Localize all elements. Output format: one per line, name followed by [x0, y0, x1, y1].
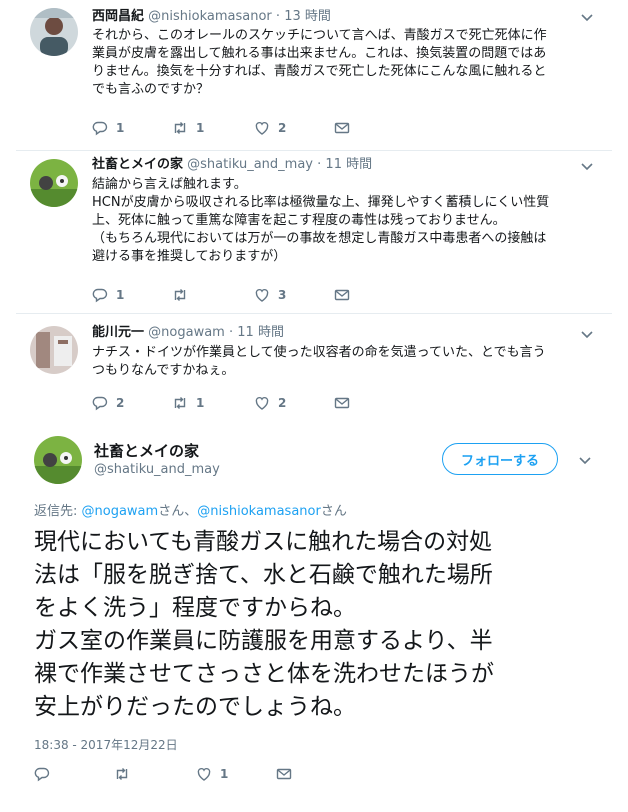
dm-icon	[276, 768, 292, 780]
like-button[interactable]: 2	[254, 120, 286, 136]
tweet-actions: 1 1 2	[92, 120, 392, 138]
handle[interactable]: @nishiokamasanor	[148, 9, 272, 24]
separator-dot: ·	[228, 325, 234, 340]
reply-button[interactable]: 1	[92, 287, 124, 303]
separator-dot: ·	[275, 9, 281, 24]
reply-button[interactable]: 1	[92, 120, 124, 136]
like-icon	[255, 289, 269, 302]
chevron-down-icon[interactable]	[580, 10, 594, 24]
timestamp[interactable]: 13 時間	[284, 9, 331, 24]
retweet-count: 1	[196, 121, 205, 135]
like-icon	[255, 397, 269, 410]
reply-prefix: 返信先:	[34, 504, 82, 519]
follow-button[interactable]: フォローする	[442, 443, 558, 475]
main-display-name[interactable]: 社畜とメイの家	[94, 440, 199, 461]
reply-button[interactable]: 2	[92, 395, 124, 411]
dm-icon	[334, 397, 350, 409]
reply-suffix: さん	[320, 504, 347, 519]
retweet-icon	[174, 397, 186, 409]
timestamp[interactable]: 11 時間	[237, 325, 284, 340]
reply-count: 1	[116, 288, 125, 302]
separator-dot: ·	[317, 157, 322, 172]
timestamp[interactable]: 11 時間	[325, 157, 372, 172]
tweet-text: ナチス・ドイツが作業員として使った収容者の命を気遣っていた、とでも言う つもりな…	[92, 345, 546, 378]
dm-button[interactable]	[334, 287, 350, 303]
reply-icon	[92, 121, 108, 136]
tweet-header: 西岡昌紀 @nishiokamasanor · 13 時間	[92, 8, 331, 26]
avatar[interactable]	[30, 8, 78, 56]
handle[interactable]: @shatiku_and_may	[187, 157, 313, 172]
handle[interactable]: @nogawam	[148, 325, 225, 340]
reply-mid: さん、	[158, 504, 198, 519]
main-handle[interactable]: @shatiku_and_may	[94, 462, 220, 477]
tweet-actions: 1 3	[92, 287, 392, 305]
retweet-button[interactable]: 1	[172, 395, 204, 411]
like-count: 3	[278, 288, 287, 302]
display-name[interactable]: 社畜とメイの家	[92, 157, 183, 172]
retweet-button[interactable]: 1	[172, 120, 204, 136]
like-button[interactable]: 2	[254, 395, 286, 411]
dm-icon	[334, 289, 350, 301]
tweet-header: 社畜とメイの家 @shatiku_and_may · 11 時間	[92, 156, 372, 174]
reply-button[interactable]	[34, 766, 58, 782]
reply-icon	[34, 767, 50, 782]
like-button[interactable]: 1	[196, 766, 228, 782]
retweet-icon	[174, 122, 186, 134]
avatar[interactable]	[30, 159, 78, 207]
like-icon	[197, 768, 211, 781]
replying-to: 返信先: @nogawamさん、@nishiokamasanorさん	[34, 500, 347, 519]
like-icon	[255, 122, 269, 135]
retweet-icon	[116, 768, 128, 780]
tweet-header: 能川元一 @nogawam · 11 時間	[92, 324, 284, 342]
reply-count: 1	[116, 121, 125, 135]
like-button[interactable]: 3	[254, 287, 286, 303]
tweet-actions: 2 1 2	[92, 395, 392, 413]
chevron-down-icon[interactable]	[578, 453, 592, 467]
display-name[interactable]: 西岡昌紀	[92, 9, 144, 24]
retweet-icon	[174, 289, 186, 301]
retweet-button[interactable]	[114, 766, 138, 782]
tweet-text: それから、このオレールのスケッチについて言へば、青酸ガスで死亡死体に作 業員が皮…	[92, 28, 547, 97]
dm-button[interactable]	[334, 120, 350, 136]
main-tweet-text: 現代においても青酸ガスに触れた場合の対処 法は「服を脱ぎ捨て、水と石鹸で触れた場…	[34, 529, 494, 720]
reply-user-link[interactable]: @nogawam	[82, 504, 159, 519]
tweet-2: 社畜とメイの家 @shatiku_and_may · 11 時間 結論から言えば…	[0, 151, 628, 313]
chevron-down-icon[interactable]	[580, 327, 594, 341]
reply-icon	[92, 288, 108, 303]
avatar[interactable]	[30, 326, 78, 374]
tweet-1: 西岡昌紀 @nishiokamasanor · 13 時間 それから、このオレー…	[0, 0, 628, 150]
dm-button[interactable]	[276, 766, 292, 782]
tweet-3: 能川元一 @nogawam · 11 時間 ナチス・ドイツが作業員として使った収…	[0, 314, 628, 424]
reply-user-link[interactable]: @nishiokamasanor	[197, 504, 321, 519]
display-name[interactable]: 能川元一	[92, 325, 144, 340]
reply-icon	[92, 396, 108, 411]
retweet-count: 1	[196, 396, 205, 410]
like-count: 2	[278, 121, 287, 135]
dm-button[interactable]	[334, 395, 350, 411]
like-count: 2	[278, 396, 287, 410]
like-count: 1	[220, 767, 229, 781]
chevron-down-icon[interactable]	[580, 159, 594, 173]
main-timestamp[interactable]: 18:38 - 2017年12月22日	[34, 736, 178, 753]
tweet-text: 結論から言えば触れます。 HCNが皮膚から吸収される比率は極微量な上、揮発しやす…	[92, 177, 550, 264]
reply-count: 2	[116, 396, 125, 410]
main-avatar[interactable]	[34, 436, 82, 484]
dm-icon	[334, 122, 350, 134]
main-tweet-actions: 1	[34, 766, 334, 784]
retweet-button[interactable]	[172, 287, 196, 303]
